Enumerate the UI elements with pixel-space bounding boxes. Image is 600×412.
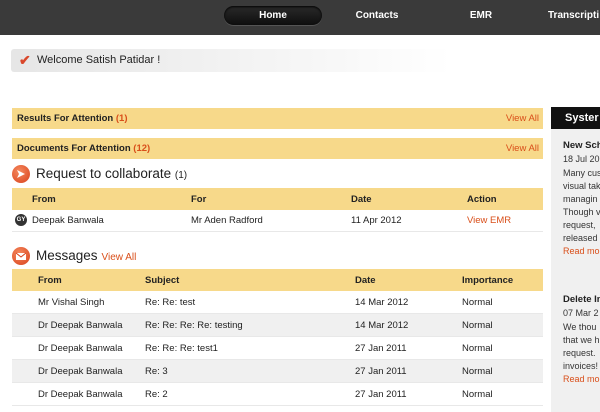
news-line: invoices! bbox=[563, 361, 599, 371]
welcome-banner: ✔ Welcome Satish Patidar ! bbox=[11, 49, 451, 72]
news-line: request, bbox=[563, 220, 596, 230]
news-line: visual tak bbox=[563, 181, 600, 191]
read-more-link[interactable]: Read mo bbox=[563, 245, 600, 258]
news-line: released bbox=[563, 233, 598, 243]
news-title: Delete In bbox=[563, 294, 600, 305]
messages-section-title: Messages View All bbox=[12, 246, 312, 268]
msg-subject: Re: Re: Re: test1 bbox=[145, 343, 218, 354]
msg-importance: Normal bbox=[462, 320, 493, 331]
envelope-icon bbox=[12, 247, 30, 265]
sidebar-title: Syster bbox=[551, 107, 600, 129]
news-title: New Sch bbox=[563, 140, 600, 151]
documents-attention-count: (12) bbox=[133, 143, 151, 154]
view-emr-link[interactable]: View EMR bbox=[467, 215, 511, 226]
news-line: request. bbox=[563, 348, 596, 358]
collab-from: Deepak Banwala bbox=[32, 215, 104, 226]
table-row: GY Deepak Banwala Mr Aden Radford 11 Apr… bbox=[12, 209, 543, 232]
results-attention-label: Results For Attention (1) bbox=[17, 113, 128, 124]
table-row[interactable]: Mr Vishal Singh Re: Re: test 14 Mar 2012… bbox=[12, 291, 543, 314]
msg-from: Dr Deepak Banwala bbox=[38, 366, 123, 377]
msg-subject: Re: Re: Re: Re: testing bbox=[145, 320, 243, 331]
system-news-sidebar: Syster New Sch 18 Jul 20 Many cus visual… bbox=[551, 107, 600, 412]
check-icon: ✔ bbox=[19, 52, 31, 68]
news-line: Though v bbox=[563, 207, 600, 217]
arrow-icon bbox=[12, 165, 30, 183]
msg-subject: Re: Re: test bbox=[145, 297, 196, 308]
msg-from: Dr Deepak Banwala bbox=[38, 343, 123, 354]
table-row[interactable]: Dr Deepak Banwala Re: 2 27 Jan 2011 Norm… bbox=[12, 383, 543, 406]
news-line: that we h bbox=[563, 335, 600, 345]
col-from: From bbox=[32, 194, 56, 205]
table-row[interactable]: Dr Deepak Banwala Re: Re: Re: test1 27 J… bbox=[12, 337, 543, 360]
msg-from: Mr Vishal Singh bbox=[38, 297, 105, 308]
col-subject: Subject bbox=[145, 275, 180, 286]
msg-date: 14 Mar 2012 bbox=[355, 320, 409, 331]
documents-attention-label: Documents For Attention (12) bbox=[17, 143, 151, 154]
col-date: Date bbox=[355, 275, 376, 286]
results-view-all-link[interactable]: View All bbox=[506, 113, 539, 124]
msg-date: 14 Mar 2012 bbox=[355, 297, 409, 308]
col-from: From bbox=[38, 275, 62, 286]
msg-from: Dr Deepak Banwala bbox=[38, 320, 123, 331]
collaborate-table-header: From For Date Action bbox=[12, 188, 543, 210]
news-line: We thou bbox=[563, 322, 597, 332]
collaborate-title: Request to collaborate bbox=[36, 166, 172, 181]
msg-from: Dr Deepak Banwala bbox=[38, 389, 123, 400]
news-date: 18 Jul 20 bbox=[563, 154, 600, 164]
nav-tab-home[interactable]: Home bbox=[224, 6, 322, 25]
messages-view-all-link[interactable]: View All bbox=[102, 252, 137, 263]
nav-tab-emr[interactable]: EMR bbox=[466, 6, 496, 25]
welcome-text: Welcome Satish Patidar ! bbox=[37, 54, 161, 66]
collab-for: Mr Aden Radford bbox=[191, 215, 263, 226]
col-date: Date bbox=[351, 194, 372, 205]
msg-subject: Re: 3 bbox=[145, 366, 168, 377]
msg-subject: Re: 2 bbox=[145, 389, 168, 400]
collaborate-count: (1) bbox=[174, 170, 188, 181]
collab-date: 11 Apr 2012 bbox=[351, 215, 402, 226]
col-action: Action bbox=[467, 194, 497, 205]
collaborate-section-title: Request to collaborate (1) bbox=[12, 164, 312, 186]
news-line: managin bbox=[563, 194, 598, 204]
msg-date: 27 Jan 2011 bbox=[355, 366, 407, 377]
avatar: GY bbox=[15, 214, 27, 226]
documents-view-all-link[interactable]: View All bbox=[506, 143, 539, 154]
results-attention-count: (1) bbox=[115, 113, 128, 124]
nav-tab-transcription[interactable]: Transcripti bbox=[548, 6, 600, 25]
msg-importance: Normal bbox=[462, 389, 493, 400]
msg-date: 27 Jan 2011 bbox=[355, 343, 407, 354]
news-item: Delete In 07 Mar 2 We thou that we h req… bbox=[563, 294, 600, 386]
read-more-link[interactable]: Read mo bbox=[563, 373, 600, 386]
documents-for-attention-bar: Documents For Attention (12) View All bbox=[12, 137, 543, 159]
results-for-attention-bar: Results For Attention (1) View All bbox=[12, 107, 543, 129]
msg-importance: Normal bbox=[462, 343, 493, 354]
col-for: For bbox=[191, 194, 207, 205]
messages-table-header: From Subject Date Importance bbox=[12, 269, 543, 291]
top-nav-bar: Home Contacts EMR Transcripti bbox=[0, 0, 600, 35]
col-importance: Importance bbox=[462, 275, 514, 286]
msg-importance: Normal bbox=[462, 297, 493, 308]
msg-date: 27 Jan 2011 bbox=[355, 389, 407, 400]
news-line: Many cus bbox=[563, 168, 600, 178]
messages-title: Messages bbox=[36, 248, 98, 263]
msg-importance: Normal bbox=[462, 366, 493, 377]
table-row[interactable]: Dr Deepak Banwala Re: 3 27 Jan 2011 Norm… bbox=[12, 360, 543, 383]
news-item: New Sch 18 Jul 20 Many cus visual tak ma… bbox=[563, 140, 600, 258]
nav-tab-contacts[interactable]: Contacts bbox=[350, 6, 404, 25]
news-date: 07 Mar 2 bbox=[563, 308, 599, 318]
table-row[interactable]: Dr Deepak Banwala Re: Re: Re: Re: testin… bbox=[12, 314, 543, 337]
